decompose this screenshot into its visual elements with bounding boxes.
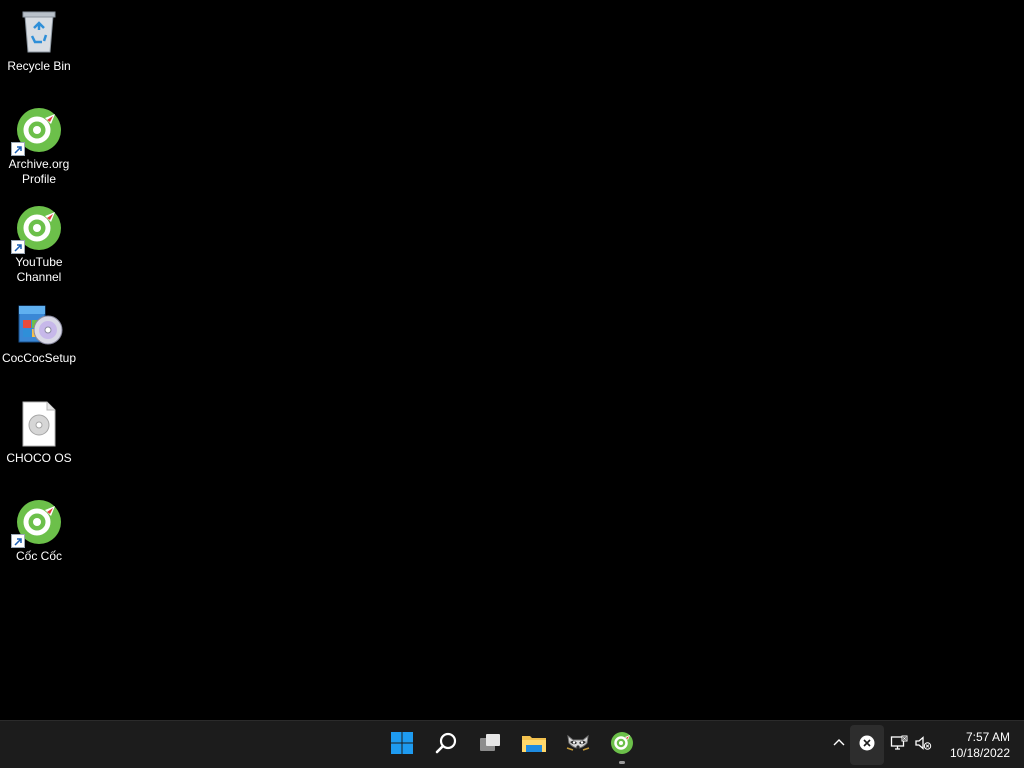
clock-time: 7:57 AM xyxy=(965,730,1010,744)
taskbar: 7:57 AM 10/18/2022 xyxy=(0,720,1024,768)
disc-image-file-icon xyxy=(15,400,63,448)
network-icon xyxy=(890,735,908,756)
network-button[interactable] xyxy=(888,725,910,765)
clock[interactable]: 7:57 AM 10/18/2022 xyxy=(950,729,1010,761)
close-circle-icon xyxy=(858,734,876,757)
file-explorer-icon xyxy=(521,731,547,760)
coccoc-shortcut-icon xyxy=(11,498,63,548)
desktop-icon-coc-coc[interactable]: Cốc Cốc xyxy=(0,498,78,564)
tray-app-button[interactable] xyxy=(850,725,884,765)
desktop-icon-label: CHOCO OS xyxy=(6,451,72,465)
task-view-icon xyxy=(478,731,502,760)
volume-button[interactable] xyxy=(912,725,934,765)
coccoc-browser-icon xyxy=(610,731,634,760)
desktop-icon-label: Cốc Cốc xyxy=(15,549,62,563)
search-button[interactable] xyxy=(426,725,466,765)
windows-start-icon xyxy=(390,731,414,760)
shortcut-arrow-icon xyxy=(11,240,25,254)
coccoc-browser-button[interactable] xyxy=(602,725,642,765)
recycle-bin-icon xyxy=(15,8,63,56)
installer-cd-icon xyxy=(15,300,63,348)
desktop-icon-choco-os[interactable]: CHOCO OS xyxy=(0,400,78,466)
show-hidden-icons-button[interactable] xyxy=(828,725,850,765)
start-button[interactable] xyxy=(382,725,422,765)
file-explorer-button[interactable] xyxy=(514,725,554,765)
desktop: Recycle Bin Archive.org Profile YouTube … xyxy=(0,0,1024,720)
desktop-icon-label: Archive.org Profile xyxy=(8,157,70,186)
shortcut-arrow-icon xyxy=(11,142,25,156)
task-view-button[interactable] xyxy=(470,725,510,765)
desktop-icon-coccocsetup[interactable]: CocCocSetup xyxy=(0,300,78,366)
chevron-up-icon xyxy=(832,736,846,755)
shortcut-arrow-icon xyxy=(11,534,25,548)
coccoc-shortcut-icon xyxy=(11,106,63,156)
raccoon-app-button[interactable] xyxy=(558,725,598,765)
search-icon xyxy=(434,731,458,760)
desktop-icon-label: CocCocSetup xyxy=(1,351,77,365)
coccoc-shortcut-icon xyxy=(11,204,63,254)
desktop-icon-youtube-channel[interactable]: YouTube Channel xyxy=(0,204,78,285)
desktop-icon-label: Recycle Bin xyxy=(7,59,71,73)
raccoon-app-icon xyxy=(565,731,591,760)
desktop-icon-archive-org-profile[interactable]: Archive.org Profile xyxy=(0,106,78,187)
desktop-icon-label: YouTube Channel xyxy=(15,255,63,284)
volume-muted-icon xyxy=(914,735,932,756)
desktop-icon-recycle-bin[interactable]: Recycle Bin xyxy=(0,8,78,74)
clock-date: 10/18/2022 xyxy=(949,746,1010,760)
